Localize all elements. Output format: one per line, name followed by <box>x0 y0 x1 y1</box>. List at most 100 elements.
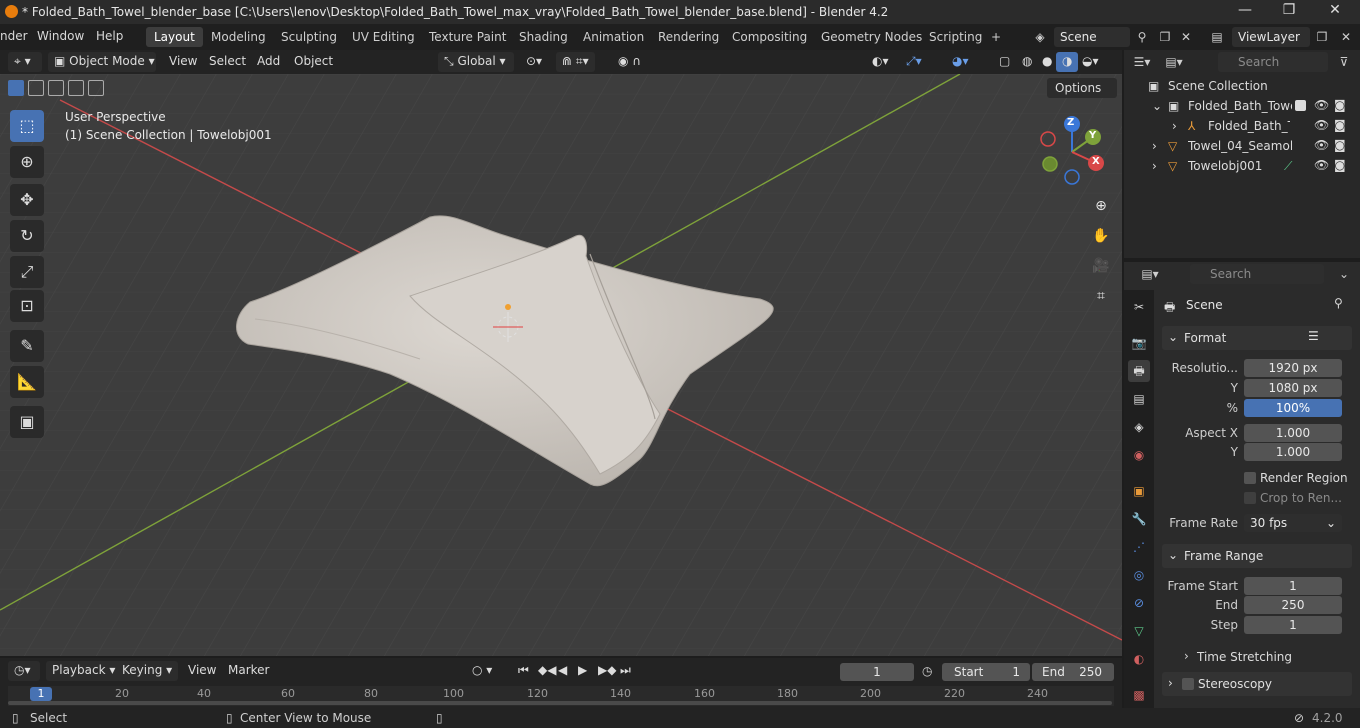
properties-options-icon[interactable]: ⌄ <box>1334 264 1354 284</box>
scene-icon[interactable]: ◈ <box>1030 27 1050 47</box>
outliner-editor-icon[interactable]: ☰▾ <box>1132 52 1152 72</box>
view-layer-selector[interactable]: ViewLayer <box>1232 27 1310 47</box>
menu-select[interactable]: Select <box>203 52 252 72</box>
modifier-tab-icon[interactable]: 🔧 <box>1128 508 1150 530</box>
outliner-root[interactable]: ▣ Scene Collection <box>1124 76 1360 96</box>
expand-chevron-icon[interactable]: › <box>1172 119 1177 133</box>
current-frame-field[interactable]: 1 <box>840 663 914 681</box>
display-mode-icon[interactable]: ▤▾ <box>1164 52 1184 72</box>
add-workspace-button[interactable]: + <box>983 27 1009 47</box>
gizmo-toggle-icon[interactable]: ⤢▾ <box>900 52 928 72</box>
menu-render[interactable]: nder <box>0 29 28 43</box>
checkbox-icon[interactable] <box>1295 100 1306 111</box>
eye-icon[interactable]: 👁 <box>1314 98 1329 112</box>
pin-icon[interactable]: ⚲ <box>1334 296 1343 310</box>
material-tab-icon[interactable]: ◐ <box>1128 648 1150 670</box>
tab-layout[interactable]: Layout <box>146 27 203 47</box>
expand-chevron-icon[interactable]: ⌄ <box>1152 99 1162 113</box>
timeline-ruler[interactable]: 1 20 40 60 80 100 120 140 160 180 200 22… <box>8 686 1114 706</box>
scene-selector[interactable]: Scene <box>1054 27 1130 47</box>
resolution-y-field[interactable]: 1080 px <box>1244 379 1342 397</box>
outliner-row[interactable]: › ▽ Towel_04_Seamobj 👁 ◙ <box>1124 136 1360 156</box>
jump-end-icon[interactable]: ⏭ <box>614 661 637 681</box>
ortho-grid-icon[interactable]: ⌗ <box>1087 282 1115 310</box>
proportional-edit-icon[interactable]: ◉ ∩ <box>612 52 647 72</box>
editor-type-button[interactable]: ⌖ ▾ <box>8 52 42 72</box>
maximize-button[interactable]: ❐ <box>1274 2 1304 22</box>
tab-geometry-nodes[interactable]: Geometry Nodes <box>813 27 930 47</box>
expand-chevron-icon[interactable]: › <box>1152 139 1157 153</box>
delete-scene-icon[interactable]: ✕ <box>1176 27 1196 47</box>
tab-uv-editing[interactable]: UV Editing <box>344 27 423 47</box>
pivot-icon[interactable]: ⊙▾ <box>520 52 548 72</box>
timeline-scrollbar[interactable] <box>8 701 1112 705</box>
aspect-x-field[interactable]: 1.000 <box>1244 424 1342 442</box>
object-tab-icon[interactable]: ▣ <box>1128 480 1150 502</box>
menu-object[interactable]: Object <box>288 52 339 72</box>
outliner-row[interactable]: › ⅄ Folded_Bath_T 👁 ◙ <box>1124 116 1360 136</box>
select-new-icon[interactable] <box>8 80 24 96</box>
stereoscopy-panel-header[interactable]: › Stereoscopy <box>1162 672 1352 696</box>
play-icon[interactable]: ▶ <box>572 661 593 681</box>
data-tab-icon[interactable]: ▽ <box>1128 620 1150 642</box>
3d-viewport[interactable]: User Perspective (1) Scene Collection | … <box>0 74 1122 656</box>
particles-tab-icon[interactable]: ⋰ <box>1128 536 1150 558</box>
properties-search-input[interactable]: Search <box>1190 264 1324 284</box>
measure-tool[interactable]: 📐 <box>10 366 44 398</box>
new-view-layer-icon[interactable]: ❐ <box>1312 27 1332 47</box>
frame-end-field[interactable]: 250 <box>1244 596 1342 614</box>
frame-rate-dropdown[interactable]: 30 fps ⌄ <box>1244 514 1342 532</box>
select-extend-icon[interactable] <box>28 80 44 96</box>
preset-list-icon[interactable]: ☰ <box>1308 329 1319 343</box>
transform-tool[interactable]: ⊡ <box>10 290 44 322</box>
transform-orientation[interactable]: ⤡ Global ▾ <box>438 52 514 72</box>
annotate-tool[interactable]: ✎ <box>10 330 44 362</box>
select-intersect-icon[interactable] <box>88 80 104 96</box>
playback-menu[interactable]: Playback ▾ <box>46 661 122 681</box>
select-box-tool[interactable]: ⬚ <box>10 110 44 142</box>
tab-texture-paint[interactable]: Texture Paint <box>421 27 514 47</box>
select-subtract-icon[interactable] <box>48 80 64 96</box>
timeline-view-menu[interactable]: View <box>182 661 222 681</box>
timeline-editor-type-button[interactable]: ◷▾ <box>8 661 40 681</box>
menu-view[interactable]: View <box>163 52 203 72</box>
rendered-shading-icon[interactable]: ◒▾ <box>1076 52 1105 72</box>
scene-tab-icon[interactable]: ◈ <box>1128 416 1150 438</box>
eye-icon[interactable]: 👁 <box>1314 158 1329 172</box>
overlay-toggle-icon[interactable]: ◕▾ <box>946 52 975 72</box>
outliner-row[interactable]: › ▽ Towelobj001 ⟋ 👁 ◙ <box>1124 156 1360 176</box>
stereoscopy-checkbox[interactable] <box>1182 678 1194 690</box>
visibility-icon[interactable]: ◐▾ <box>866 52 895 72</box>
render-tab-icon[interactable]: 📷 <box>1128 332 1150 354</box>
pan-hand-icon[interactable]: ✋ <box>1087 222 1115 250</box>
camera-icon[interactable]: ◙ <box>1334 118 1346 132</box>
delete-view-layer-icon[interactable]: ✕ <box>1336 27 1356 47</box>
filter-icon[interactable]: ⊽ <box>1334 52 1354 72</box>
view-layer-tab-icon[interactable]: ▤ <box>1128 388 1150 410</box>
tool-tab-icon[interactable]: ✂ <box>1128 296 1150 318</box>
format-panel-header[interactable]: ⌄ Format ☰ <box>1162 326 1352 350</box>
xray-icon[interactable]: ▢ <box>993 52 1016 72</box>
view-layer-icon[interactable]: ▤ <box>1207 27 1227 47</box>
menu-help[interactable]: Help <box>96 29 123 43</box>
add-cube-tool[interactable]: ▣ <box>10 406 44 438</box>
tab-rendering[interactable]: Rendering <box>650 27 727 47</box>
tab-sculpting[interactable]: Sculpting <box>273 27 345 47</box>
minimize-button[interactable]: — <box>1230 2 1260 22</box>
resolution-x-field[interactable]: 1920 px <box>1244 359 1342 377</box>
world-tab-icon[interactable]: ◉ <box>1128 444 1150 466</box>
camera-view-icon[interactable]: 🎥 <box>1087 252 1115 280</box>
camera-icon[interactable]: ◙ <box>1334 98 1346 112</box>
move-tool[interactable]: ✥ <box>10 184 44 216</box>
tab-modeling[interactable]: Modeling <box>203 27 274 47</box>
render-region-checkbox[interactable] <box>1244 472 1256 484</box>
playhead[interactable]: 1 <box>30 687 52 701</box>
frame-range-panel-header[interactable]: ⌄ Frame Range <box>1162 544 1352 568</box>
outliner-search-input[interactable]: Search <box>1218 52 1328 72</box>
expand-chevron-icon[interactable]: › <box>1152 159 1157 173</box>
keying-menu[interactable]: Keying ▾ <box>116 661 179 681</box>
eye-icon[interactable]: 👁 <box>1314 118 1329 132</box>
scale-tool[interactable]: ⤢ <box>10 256 44 288</box>
time-stretching-subpanel[interactable]: Time Stretching <box>1197 650 1292 664</box>
auto-keying-icon[interactable]: ○ ▾ <box>466 661 498 681</box>
